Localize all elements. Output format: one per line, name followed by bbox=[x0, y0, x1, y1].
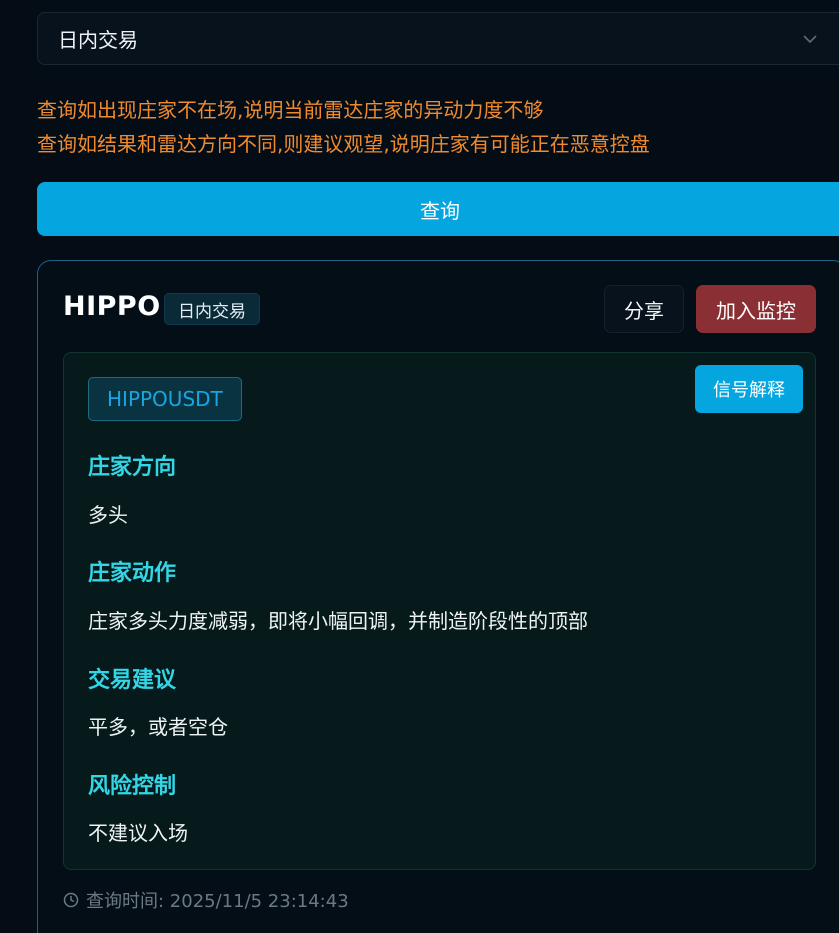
signal-explain-button[interactable]: 信号解释 bbox=[695, 365, 803, 413]
section-title-action: 庄家动作 bbox=[88, 561, 177, 586]
section-text-action: 庄家多头力度减弱，即将小幅回调，并制造阶段性的顶部 bbox=[88, 609, 588, 633]
notice-line-1: 查询如出现庄家不在场,说明当前雷达庄家的异动力度不够 bbox=[37, 98, 544, 122]
mode-tag: 日内交易 bbox=[164, 293, 260, 325]
trade-mode-value: 日内交易 bbox=[58, 28, 138, 52]
signal-panel: HIPPOUSDT 信号解释 庄家方向 多头 庄家动作 庄家多头力度减弱，即将小… bbox=[63, 352, 816, 870]
notice-text: 查询如出现庄家不在场,说明当前雷达庄家的异动力度不够 查询如结果和雷达方向不同,… bbox=[37, 93, 650, 161]
query-time: 查询时间: 2025/11/5 23:14:43 bbox=[63, 887, 349, 913]
share-button[interactable]: 分享 bbox=[604, 285, 684, 333]
chevron-down-icon bbox=[803, 35, 817, 44]
symbol-tag: HIPPOUSDT bbox=[88, 377, 242, 421]
notice-line-2: 查询如结果和雷达方向不同,则建议观望,说明庄家有可能正在恶意控盘 bbox=[37, 132, 650, 156]
query-time-text: 查询时间: 2025/11/5 23:14:43 bbox=[86, 891, 349, 912]
query-button[interactable]: 查询 bbox=[37, 182, 839, 236]
coin-title: HIPPO bbox=[63, 291, 161, 322]
page: 日内交易 查询如出现庄家不在场,说明当前雷达庄家的异动力度不够 查询如结果和雷达… bbox=[0, 0, 839, 933]
add-monitor-button[interactable]: 加入监控 bbox=[696, 285, 816, 333]
section-title-risk: 风险控制 bbox=[88, 774, 177, 799]
section-text-risk: 不建议入场 bbox=[88, 821, 188, 845]
section-title-advice: 交易建议 bbox=[88, 668, 177, 693]
section-title-direction: 庄家方向 bbox=[88, 455, 177, 480]
section-text-advice: 平多，或者空仓 bbox=[88, 715, 228, 739]
section-text-direction: 多头 bbox=[88, 503, 128, 527]
trade-mode-select[interactable]: 日内交易 bbox=[37, 12, 839, 65]
clock-icon bbox=[63, 892, 79, 908]
result-card: HIPPO 日内交易 分享 加入监控 HIPPOUSDT 信号解释 庄家方向 多… bbox=[37, 260, 839, 933]
